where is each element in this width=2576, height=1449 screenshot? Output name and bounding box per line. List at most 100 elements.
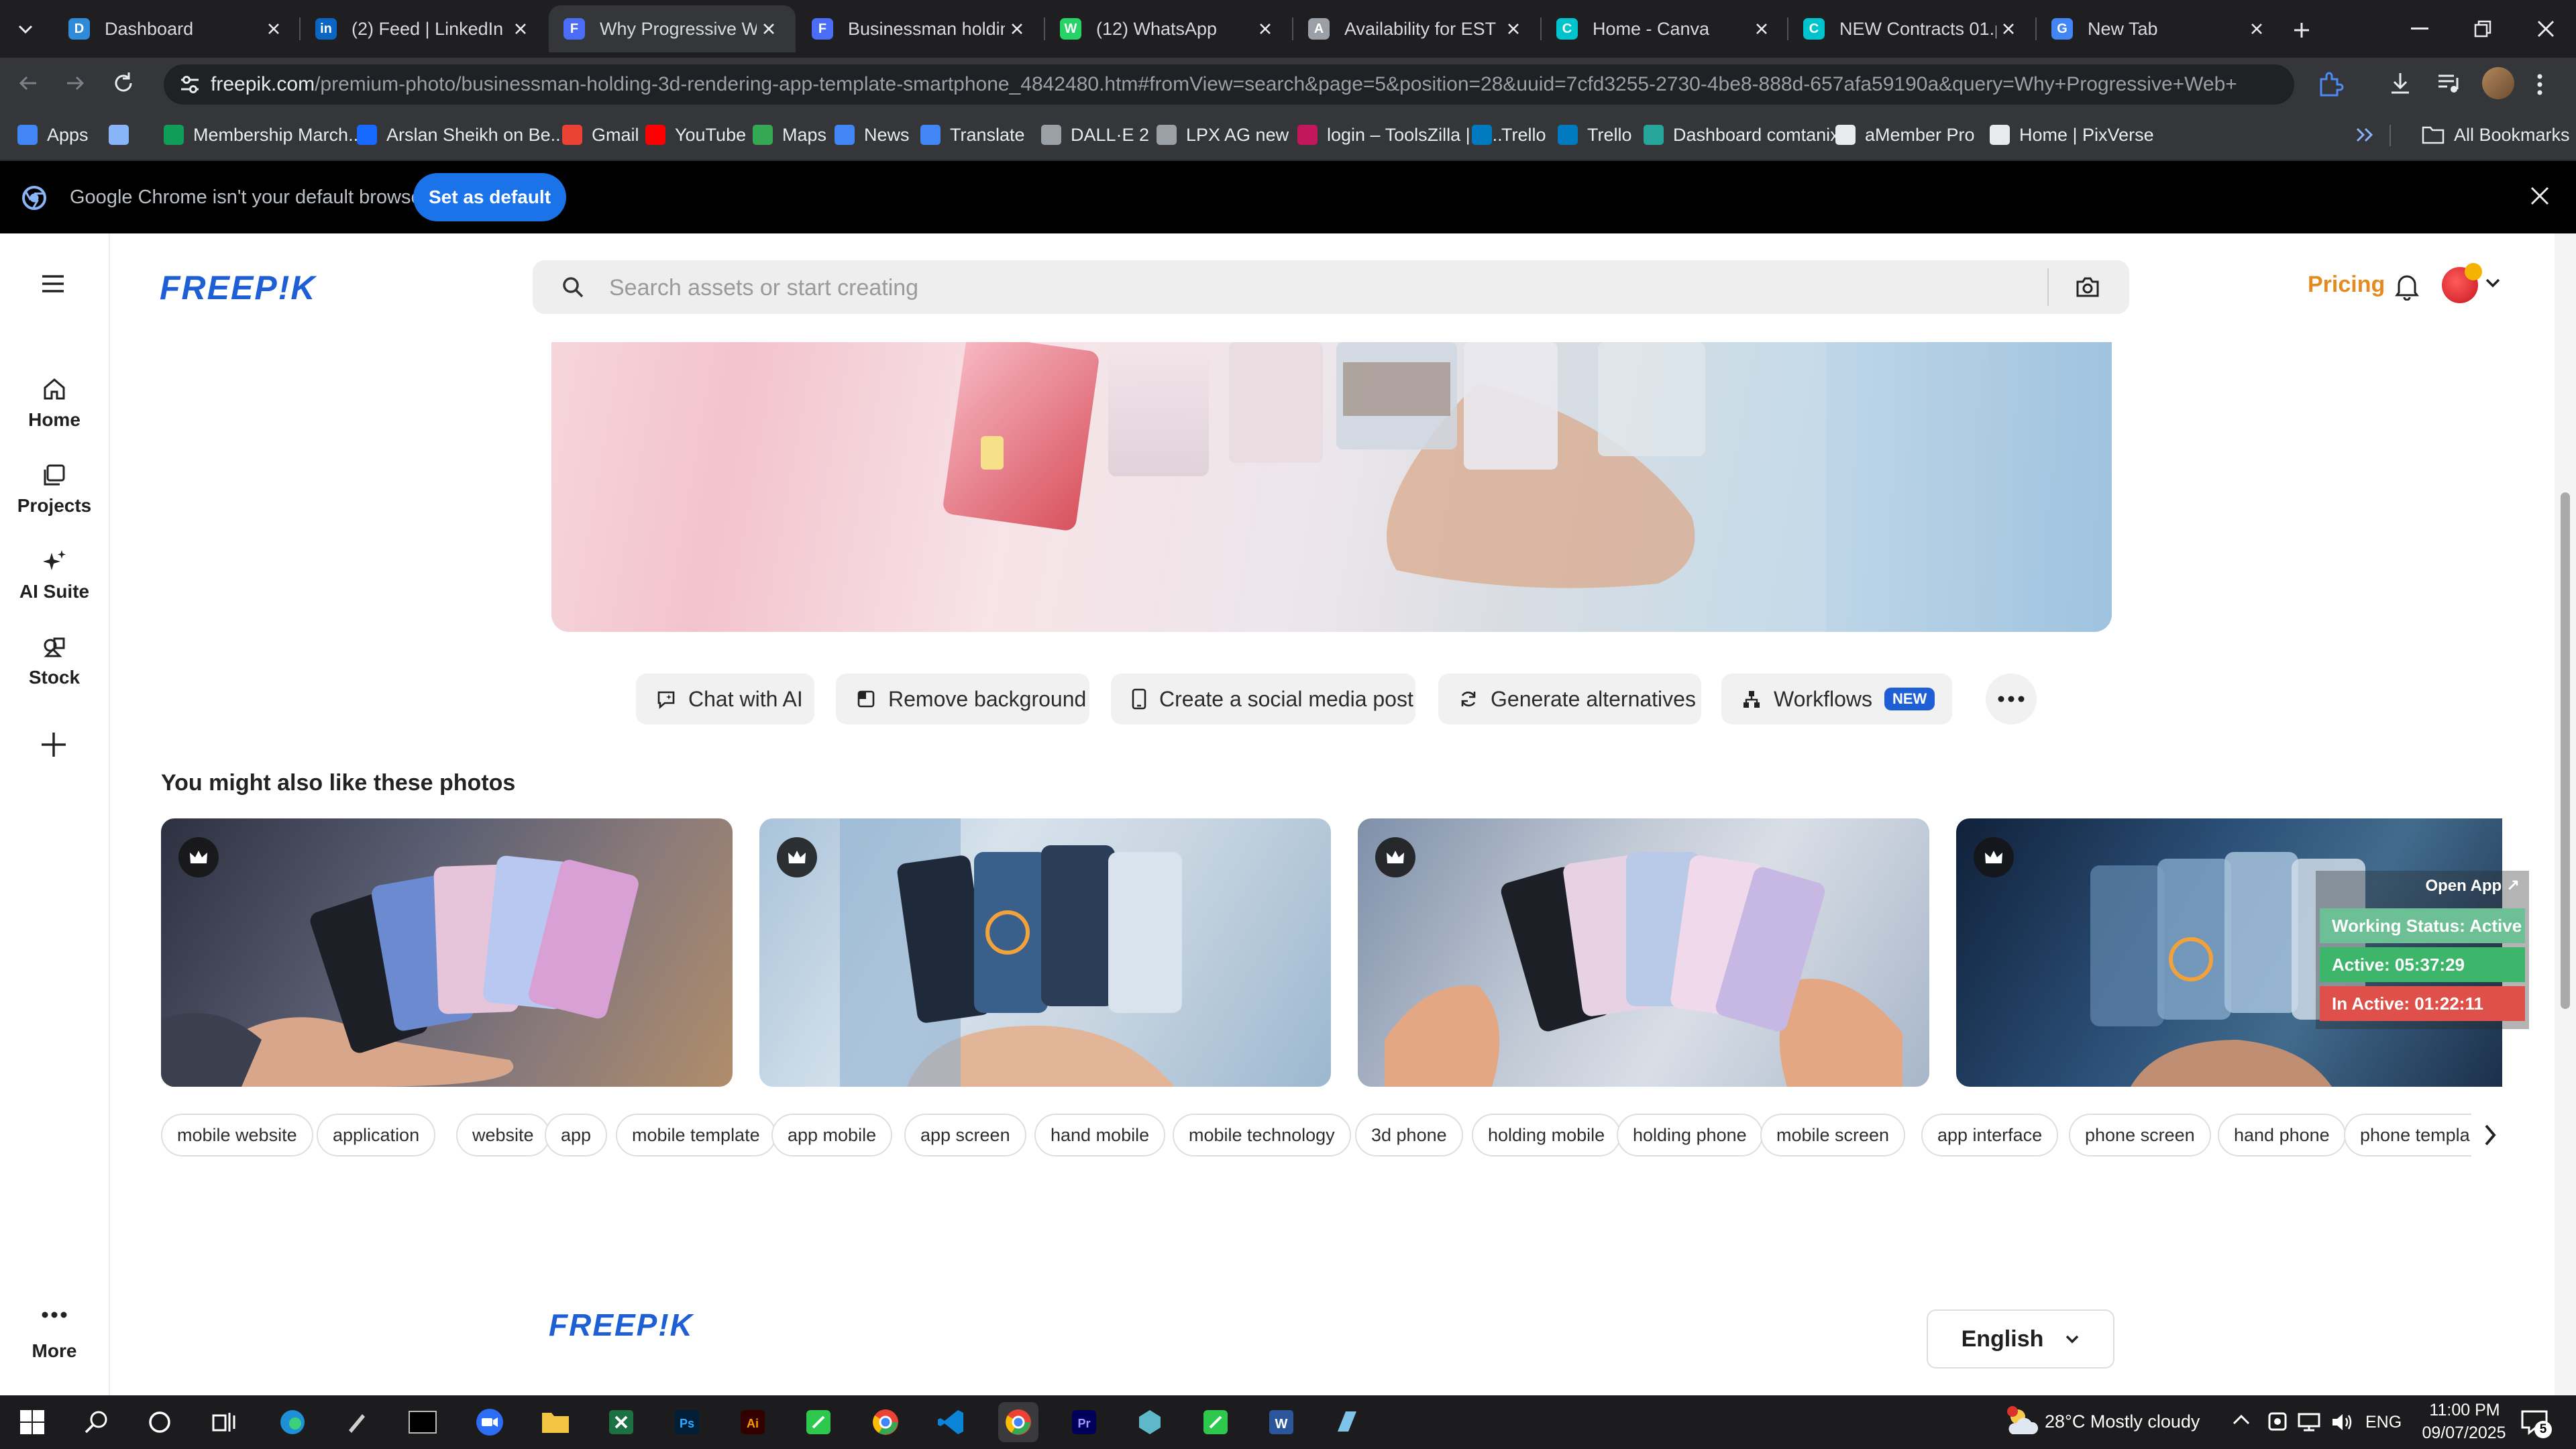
network-icon[interactable] [2297,1411,2321,1433]
new-tab-button[interactable] [2285,13,2318,47]
taskbar-app-vscode[interactable] [931,1402,971,1442]
extensions-button[interactable] [2316,70,2345,99]
action-generate-alternatives-button[interactable]: Generate alternatives [1438,674,1701,724]
taskbar-app-green-1[interactable] [798,1402,839,1442]
taskbar-app-illustrator[interactable]: Ai [733,1402,773,1442]
freepik-logo[interactable]: FREEP!K [160,268,316,307]
tag-chip[interactable]: application [317,1114,436,1157]
footer-freepik-logo[interactable]: FREEP!K [549,1307,694,1343]
tag-chip[interactable]: holding mobile [1472,1114,1621,1157]
tag-chip[interactable]: mobile template [616,1114,776,1157]
bookmark-item[interactable] [109,111,138,158]
reload-button[interactable] [110,70,137,97]
taskbar-app-premiere[interactable]: Pr [1064,1402,1104,1442]
bookmark-item[interactable]: YouTube [645,111,746,158]
tab-close-button[interactable] [1253,17,1277,41]
tag-chip[interactable]: mobile technology [1173,1114,1351,1157]
url-text[interactable]: freepik.com/premium-photo/businessman-ho… [211,64,2237,105]
sidebar-item-more[interactable]: More [0,1311,109,1362]
restore-button[interactable] [2459,12,2506,46]
browser-tab[interactable]: in (2) Feed | LinkedIn [301,5,547,52]
clock-time[interactable]: 11:00 PM [2424,1401,2505,1420]
action-create-a-social-media-post-button[interactable]: Create a social media post [1111,674,1415,724]
taskbar-app-teal[interactable] [1130,1402,1170,1442]
tag-chip[interactable]: mobile website [161,1114,313,1157]
bookmark-item[interactable]: News [835,111,910,158]
media-controls-button[interactable] [2435,70,2462,97]
menu-button[interactable] [40,274,66,294]
sidebar-item-ai-suite[interactable]: AI Suite [0,547,109,602]
profile-avatar[interactable] [2482,67,2514,99]
taskbar-app-explorer[interactable] [535,1402,576,1442]
taskbar-app-blue[interactable] [1327,1402,1367,1442]
tag-chip[interactable]: phone templa [2344,1114,2471,1157]
browser-tab[interactable]: W (12) WhatsApp [1045,5,1292,52]
tag-chip[interactable]: app [545,1114,608,1157]
browser-tab[interactable]: F Businessman holding [797,5,1044,52]
search-input[interactable] [608,260,1885,315]
taskbar-app-chrome[interactable] [865,1402,906,1442]
page-scrollbar[interactable] [2555,233,2576,1395]
taskbar-app-pen[interactable] [337,1402,377,1442]
bookmark-item[interactable]: Arslan Sheikh on Be... [357,111,566,158]
bookmark-item[interactable]: Home | PixVerse [1990,111,2154,158]
tab-close-button[interactable] [1750,17,1774,41]
browser-tab[interactable]: G New Tab [2037,5,2284,52]
bookmark-item[interactable]: LPX AG new [1157,111,1289,158]
all-bookmarks-button[interactable]: All Bookmarks [2422,111,2570,158]
close-window-button[interactable] [2522,12,2569,46]
tag-chip[interactable]: website [456,1114,550,1157]
bookmark-item[interactable]: Apps [17,111,89,158]
set-as-default-button[interactable]: Set as default [413,173,566,221]
bookmark-item[interactable]: Gmail [562,111,639,158]
add-button[interactable] [39,730,68,759]
tab-close-button[interactable] [2245,17,2269,41]
tag-chip[interactable]: app mobile [771,1114,893,1157]
site-info-icon[interactable] [178,73,201,96]
volume-icon[interactable] [2330,1411,2355,1433]
pricing-link[interactable]: Pricing [2308,272,2385,298]
browser-tab[interactable]: C Home - Canva [1542,5,1788,52]
notifications-button[interactable] [2394,272,2420,301]
taskbar-app-excel[interactable] [601,1402,641,1442]
search-button[interactable] [76,1402,117,1442]
bookmark-item[interactable]: Maps [753,111,826,158]
input-language[interactable]: ENG [2365,1413,2402,1432]
browser-tab[interactable]: C NEW Contracts 01.pd [1788,5,2035,52]
action-workflows-button[interactable]: Workflows NEW [1721,674,1952,724]
tab-close-button[interactable] [1005,17,1029,41]
taskbar-app-word[interactable]: W [1261,1402,1301,1442]
tab-close-button[interactable] [757,17,781,41]
taskbar-app-chrome-active[interactable] [998,1402,1038,1442]
notification-center-button[interactable]: 5 [2520,1409,2552,1438]
tab-search-chevron-icon[interactable] [11,15,40,44]
tag-chip[interactable]: holding phone [1617,1114,1763,1157]
action-chat-with-ai-button[interactable]: Chat with AI [636,674,814,724]
taskbar-app-photoshop[interactable]: Ps [667,1402,707,1442]
tag-chip[interactable]: hand mobile [1034,1114,1166,1157]
bookmark-item[interactable]: Dashboard comtanix [1644,111,1839,158]
open-app-link[interactable]: Open App ↗ [2425,876,2520,896]
more-actions-button[interactable] [1986,674,2037,724]
tab-close-button[interactable] [1996,17,2021,41]
address-bar[interactable]: freepik.com/premium-photo/businessman-ho… [164,64,2294,105]
start-button[interactable] [12,1402,52,1442]
tab-close-button[interactable] [1501,17,1525,41]
tag-chip[interactable]: app interface [1921,1114,2059,1157]
tab-close-button[interactable] [508,17,533,41]
browser-tab[interactable]: A Availability for EST sh [1293,5,1540,52]
task-view-button[interactable] [204,1402,244,1442]
bookmark-item[interactable]: Trello [1472,111,1546,158]
infobar-close-button[interactable] [2529,185,2551,207]
downloads-button[interactable] [2387,70,2414,97]
forward-button[interactable] [62,70,89,97]
browser-tab[interactable]: D Dashboard [54,5,301,52]
language-selector[interactable]: English [1927,1309,2114,1368]
action-remove-background-button[interactable]: Remove background [836,674,1089,724]
tags-scroll-right-button[interactable] [2482,1122,2498,1148]
sidebar-item-stock[interactable]: Stock [0,633,109,688]
back-button[interactable] [15,70,42,97]
user-avatar[interactable] [2442,263,2482,303]
sidebar-item-home[interactable]: Home [0,376,109,431]
taskbar-app-edge[interactable] [272,1402,313,1442]
